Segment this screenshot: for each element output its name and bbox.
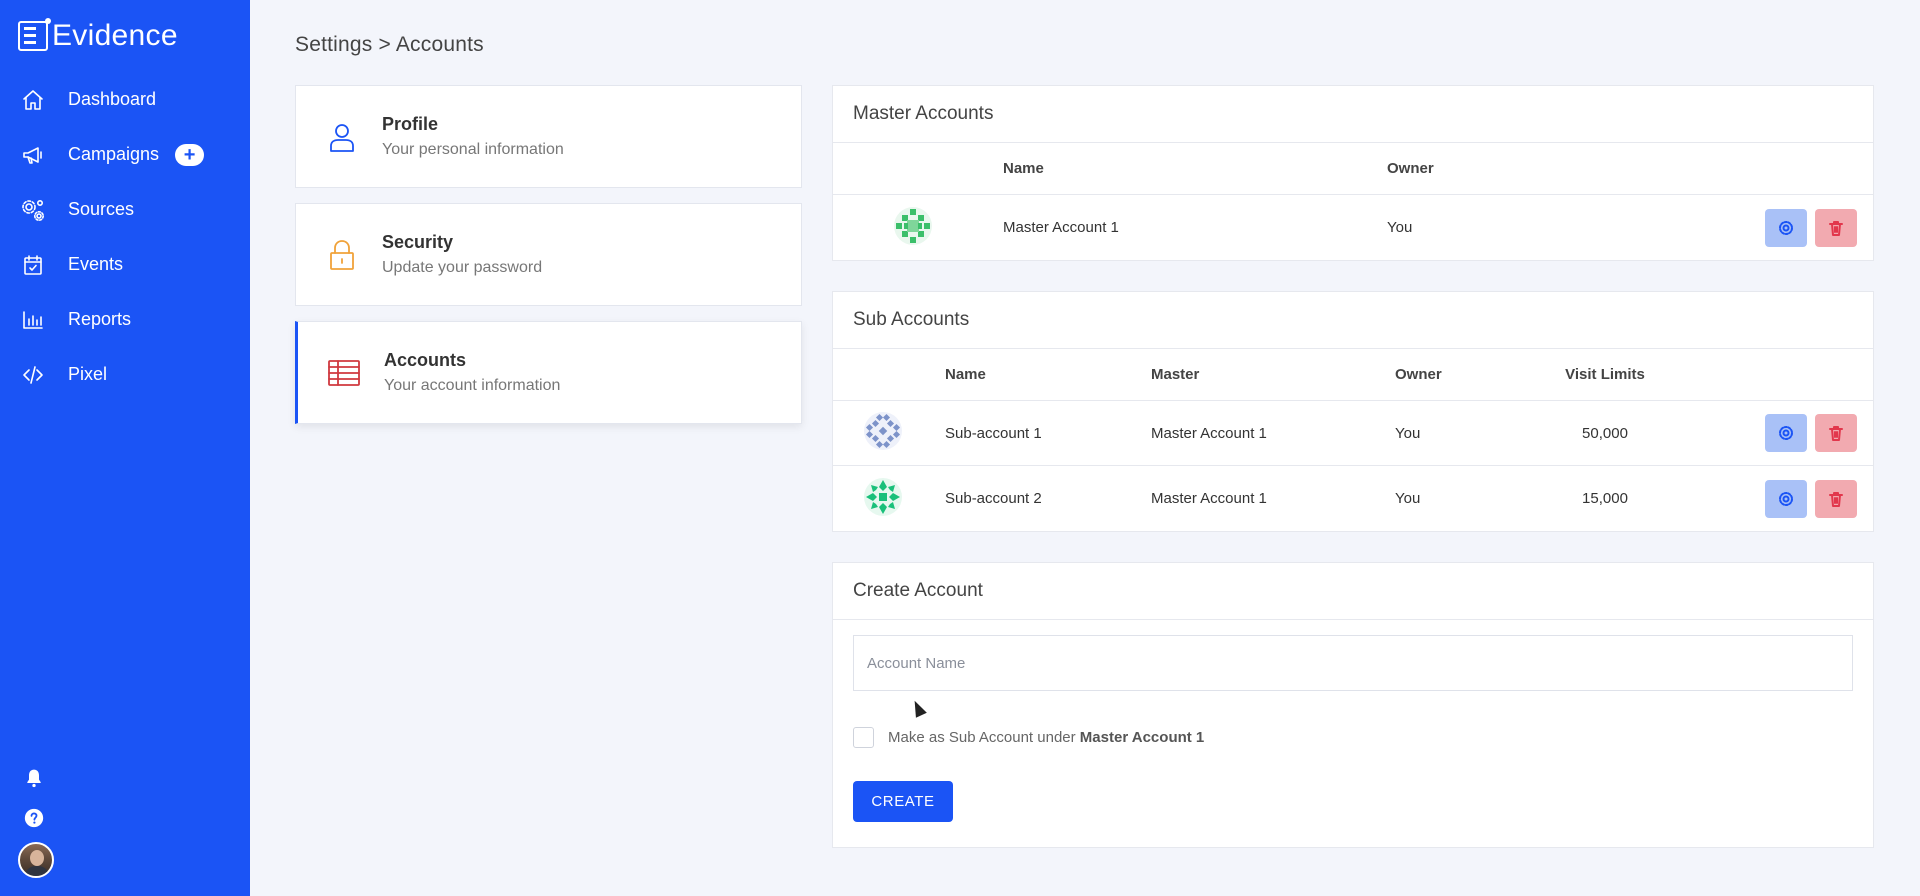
account-settings-button[interactable] [1765,208,1807,247]
settings-menu: Profile Your personal information Securi… [295,85,802,439]
avatar[interactable] [18,842,54,878]
settings-card-profile[interactable]: Profile Your personal information [295,85,802,188]
add-campaign-button[interactable]: + [175,143,205,166]
sidebar-item-dashboard[interactable]: Dashboard [0,72,250,127]
account-identicon [864,412,902,450]
sub-account-master-name: Master Account 1 [1079,729,1205,746]
notifications-button[interactable] [18,762,50,794]
table-row: Sub-account 2 Master Account 1 You 15,00… [833,466,1873,531]
user-icon [324,119,360,155]
account-identicon [864,477,902,516]
account-visit-limit: 50,000 [1582,424,1628,442]
sidebar: Evidence Dashboard Campaigns + Sources E… [0,0,250,896]
sub-accounts-panel: Sub Accounts Name Master Owner Visit Lim… [832,291,1874,532]
sidebar-nav: Dashboard Campaigns + Sources Events Rep… [0,72,250,402]
account-master: Master Account 1 [1151,490,1267,507]
column-header-owner: Owner [1395,366,1442,383]
trash-icon [1829,426,1843,441]
evidence-logo-icon [18,18,51,51]
account-identicon [894,206,932,245]
gear-icon [1779,426,1793,440]
sub-account-option: Make as Sub Account under Master Account… [853,727,1853,748]
settings-card-subtitle: Update your password [382,259,543,276]
sidebar-item-events[interactable]: Events [0,237,250,292]
sub-accounts-title: Sub Accounts [833,292,1873,349]
sidebar-item-label: Reports [68,309,132,329]
master-accounts-header: Name Owner [833,143,1873,195]
sidebar-item-label: Pixel [68,364,108,384]
delete-account-button[interactable] [1815,208,1857,247]
sidebar-item-campaigns[interactable]: Campaigns + [0,127,250,182]
create-button[interactable]: CREATE [853,781,953,822]
account-name: Sub-account 1 [945,424,1042,442]
trash-icon [1829,491,1843,507]
code-icon [20,362,46,388]
help-icon [24,808,44,828]
create-account-form: Make as Sub Account under Master Account… [833,620,1873,847]
account-master: Master Account 1 [1151,424,1267,442]
sidebar-item-reports[interactable]: Reports [0,292,250,347]
master-accounts-panel: Master Accounts Name Owner Master Accoun… [832,85,1874,261]
sub-accounts-header: Name Master Owner Visit Limits [833,349,1873,401]
settings-card-title: Security [382,232,454,252]
sub-account-checkbox-label: Make as Sub Account under Master Account… [888,729,1205,746]
account-name-input[interactable] [853,635,1853,691]
lock-icon [324,237,360,273]
account-visit-limit: 15,000 [1582,490,1628,507]
delete-account-button[interactable] [1815,414,1857,452]
bell-icon [27,769,41,788]
settings-card-subtitle: Your personal information [382,141,564,158]
column-header-master: Master [1151,366,1200,383]
sidebar-item-label: Campaigns [68,144,160,164]
gears-icon [20,197,46,223]
account-owner: You [1387,219,1413,236]
create-account-title: Create Account [833,563,1873,620]
breadcrumb: Settings > Accounts [295,33,484,56]
help-button[interactable] [18,802,50,834]
row-actions [1765,479,1857,518]
account-owner: You [1395,490,1421,507]
bar-chart-icon [20,307,46,333]
column-header-name: Name [945,366,986,383]
gear-icon [1779,220,1793,235]
sub-account-checkbox[interactable] [853,727,874,748]
row-actions [1765,208,1857,247]
master-accounts-title: Master Accounts [833,86,1873,143]
table-row: Master Account 1 You [833,195,1873,260]
settings-card-accounts[interactable]: Accounts Your account information [295,321,802,424]
settings-card-title: Accounts [384,350,467,370]
sidebar-item-sources[interactable]: Sources [0,182,250,237]
table-row: Sub-account 1 Master Account 1 You 50,00… [833,401,1873,466]
account-settings-button[interactable] [1765,479,1807,518]
settings-card-title: Profile [382,114,439,134]
account-settings-button[interactable] [1765,414,1807,452]
trash-icon [1829,220,1843,236]
home-icon [20,87,46,113]
row-actions [1765,414,1857,452]
account-name: Sub-account 2 [945,490,1042,507]
brand-name: Evidence [52,19,178,52]
settings-card-security[interactable]: Security Update your password [295,203,802,306]
column-header-owner: Owner [1387,160,1434,177]
table-icon [326,355,362,391]
brand-logo[interactable]: Evidence [0,0,250,72]
sidebar-item-label: Sources [68,199,135,219]
sidebar-item-pixel[interactable]: Pixel [0,347,250,402]
delete-account-button[interactable] [1815,479,1857,518]
sidebar-item-label: Events [68,254,124,274]
sidebar-bottom [18,762,58,896]
settings-card-subtitle: Your account information [384,377,561,394]
column-header-name: Name [1003,160,1044,177]
megaphone-icon [20,142,46,168]
calendar-check-icon [20,252,46,278]
account-name: Master Account 1 [1003,219,1119,236]
create-account-panel: Create Account Make as Sub Account under… [832,562,1874,848]
sidebar-item-label: Dashboard [68,89,157,109]
gear-icon [1779,491,1793,506]
account-owner: You [1395,424,1421,442]
column-header-visit-limits: Visit Limits [1565,366,1645,383]
